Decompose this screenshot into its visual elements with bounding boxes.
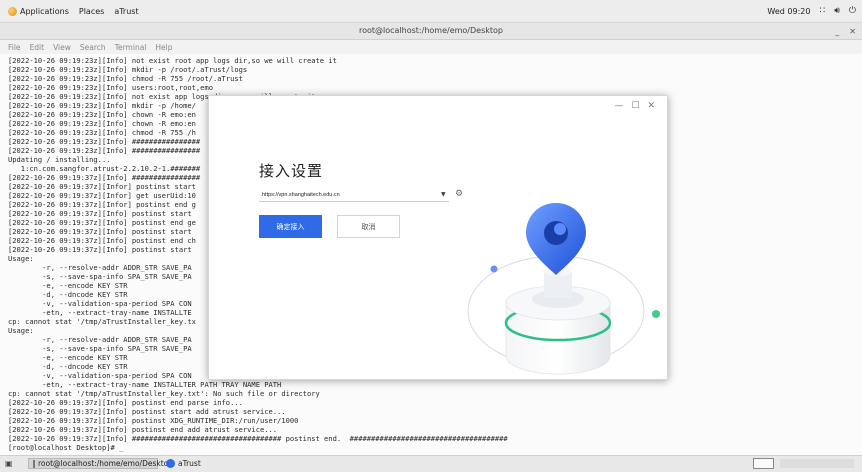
location-pin-icon [526, 203, 586, 275]
menu-terminal[interactable]: Terminal [115, 43, 147, 52]
terminal-line: Usage: [8, 254, 34, 263]
taskbar: ▣ root@localhost:/home/emo/Desktop aTrus… [0, 455, 862, 472]
confirm-access-button[interactable]: 确定接入 [259, 215, 322, 238]
dialog-minimize-button[interactable]: — [614, 101, 623, 111]
terminal-line: [2022-10-26 09:19:37z][Info] ###########… [8, 173, 201, 182]
terminal-line: -d, --dncode KEY STR [8, 290, 128, 299]
show-desktop-icon[interactable]: ▣ [5, 459, 15, 468]
terminal-line: -d, --dncode KEY STR [8, 362, 128, 371]
terminal-line: Updating / installing... [8, 155, 111, 164]
terminal-line: [2022-10-26 09:19:37z][Info] postinst st… [8, 209, 192, 218]
terminal-line: [2022-10-26 09:19:37z][Infor] postinst s… [8, 182, 196, 191]
terminal-line: -etn, --extract-tray-name INSTALLTER PAT… [8, 380, 282, 389]
top-panel-menus: Applications Places aTrust [8, 0, 139, 22]
terminal-line: [2022-10-26 09:19:37z][Infor] get userUi… [8, 191, 196, 200]
terminal-line: [2022-10-26 09:19:23z][Info] mkdir -p /h… [8, 101, 196, 110]
server-address-input[interactable] [259, 188, 449, 202]
cancel-button[interactable]: 取消 [337, 215, 400, 238]
taskbar-terminal-label: root@localhost:/home/emo/Desktop [38, 459, 174, 468]
terminal-line: -r, --resolve-addr ADDR_STR SAVE_PA [8, 335, 192, 344]
workspace-switcher[interactable] [753, 458, 774, 469]
menu-file[interactable]: File [8, 43, 21, 52]
network-icon[interactable]: ∷ [819, 6, 825, 16]
terminal-line: [2022-10-26 09:19:23z][Info] ###########… [8, 146, 201, 155]
taskbar-atrust-label: aTrust [178, 459, 201, 468]
connection-illustration [467, 203, 660, 375]
terminal-line: cp: cannot stat '/tmp/aTrustInstaller_ke… [8, 389, 320, 398]
orbit-dot-blue [490, 265, 498, 273]
power-icon[interactable]: ⏻ [849, 6, 856, 16]
menu-view[interactable]: View [53, 43, 71, 52]
terminal-line: [2022-10-26 09:19:23z][Info] ###########… [8, 137, 201, 146]
applications-icon [8, 6, 17, 16]
orbit-dot-green [652, 310, 660, 318]
menu-edit[interactable]: Edit [30, 43, 45, 52]
workspace-switcher-other[interactable] [780, 459, 854, 468]
applications-menu[interactable]: Applications [8, 6, 69, 16]
terminal-line: -e, --encode KEY STR [8, 281, 128, 290]
taskbar-item-atrust[interactable]: aTrust [162, 458, 232, 469]
terminal-line: -v, --validation-spa-period SPA CON [8, 371, 192, 380]
terminal-line: [2022-10-26 09:19:23z][Info] not exist r… [8, 56, 337, 65]
app-menu-atrust[interactable]: aTrust [114, 7, 138, 16]
terminal-line: [2022-10-26 09:19:37z][Info] postinst st… [8, 407, 286, 416]
terminal-icon [33, 459, 35, 468]
top-panel: Applications Places aTrust Wed 09:20 ∷ 🔊… [0, 0, 862, 23]
atrust-icon [166, 459, 175, 468]
clock[interactable]: Wed 09:20 [767, 7, 810, 16]
terminal-line: [2022-10-26 09:19:37z][Info] postinst en… [8, 236, 196, 245]
atrust-access-settings-dialog: — ☐ ✕ 接入设置 ▼ ⚙ 确定接入 取消 [208, 95, 668, 380]
terminal-line: [2022-10-26 09:19:37z][Info] postinst st… [8, 227, 192, 236]
dialog-maximize-button[interactable]: ☐ [631, 101, 639, 111]
terminal-line: [2022-10-26 09:19:37z][Info] postinst en… [8, 398, 243, 407]
dialog-window-controls: — ☐ ✕ [614, 101, 655, 111]
terminal-line: [2022-10-26 09:19:37z][Info] postinst XD… [8, 416, 299, 425]
terminal-line: Usage: [8, 326, 34, 335]
terminal-line: -s, --save-spa-info SPA_STR SAVE_PA [8, 272, 192, 281]
terminal-titlebar[interactable]: root@localhost:/home/emo/Desktop _ ✕ [0, 23, 862, 40]
terminal-line: [2022-10-26 09:19:23z][Info] mkdir -p /r… [8, 65, 248, 74]
volume-icon[interactable]: 🔊︎ [834, 6, 840, 16]
terminal-line: [2022-10-26 09:19:23z][Info] chmod -R 75… [8, 74, 243, 83]
applications-label: Applications [20, 6, 69, 16]
minimize-button[interactable]: _ [835, 27, 839, 36]
top-panel-status: Wed 09:20 ∷ 🔊︎ ⏻ [767, 0, 856, 22]
terminal-line: [2022-10-26 09:19:37z][Info] postinst en… [8, 425, 278, 434]
terminal-line: -e, --encode KEY STR [8, 353, 128, 362]
terminal-line: -etn, --extract-tray-name INSTALLTE [8, 308, 192, 317]
terminal-line: [2022-10-26 09:19:23z][Info] users:root,… [8, 83, 213, 92]
terminal-line: [2022-10-26 09:19:23z][Info] chown -R em… [8, 119, 196, 128]
dialog-title: 接入设置 [259, 162, 324, 180]
terminal-line: -r, --resolve-addr ADDR_STR SAVE_PA [8, 263, 192, 272]
menu-help[interactable]: Help [155, 43, 172, 52]
terminal-menubar: File Edit View Search Terminal Help [0, 40, 862, 54]
terminal-window-controls: _ ✕ [835, 23, 856, 39]
menu-search[interactable]: Search [80, 43, 106, 52]
terminal-line: [2022-10-26 09:19:37z][Infor] postinst e… [8, 200, 196, 209]
terminal-line: [root@localhost Desktop]# _ [8, 443, 124, 452]
terminal-line: [2022-10-26 09:19:23z][Info] chmod -R 75… [8, 128, 196, 137]
terminal-line: [2022-10-26 09:19:37z][Info] postinst st… [8, 245, 192, 254]
terminal-line: -s, --save-spa-info SPA_STR SAVE_PA [8, 344, 192, 353]
dropdown-arrow-icon[interactable]: ▼ [441, 191, 446, 198]
terminal-line: 1:cn.com.sangfor.atrust-2.2.10.2-1.#####… [8, 164, 201, 173]
terminal-window-title: root@localhost:/home/emo/Desktop [358, 26, 503, 35]
close-button[interactable]: ✕ [849, 27, 856, 36]
terminal-line: [2022-10-26 09:19:37z][Info] ###########… [8, 434, 508, 443]
terminal-line: -v, --validation-spa-period SPA CON [8, 299, 192, 308]
dialog-close-button[interactable]: ✕ [647, 101, 655, 111]
taskbar-item-terminal[interactable]: root@localhost:/home/emo/Desktop [28, 458, 173, 469]
terminal-line: [2022-10-26 09:19:37z][Info] postinst en… [8, 218, 196, 227]
places-menu[interactable]: Places [79, 7, 104, 16]
terminal-line: [2022-10-26 09:19:23z][Info] chown -R em… [8, 110, 196, 119]
terminal-line: cp: cannot stat '/tmp/aTrustInstaller_ke… [8, 317, 196, 326]
